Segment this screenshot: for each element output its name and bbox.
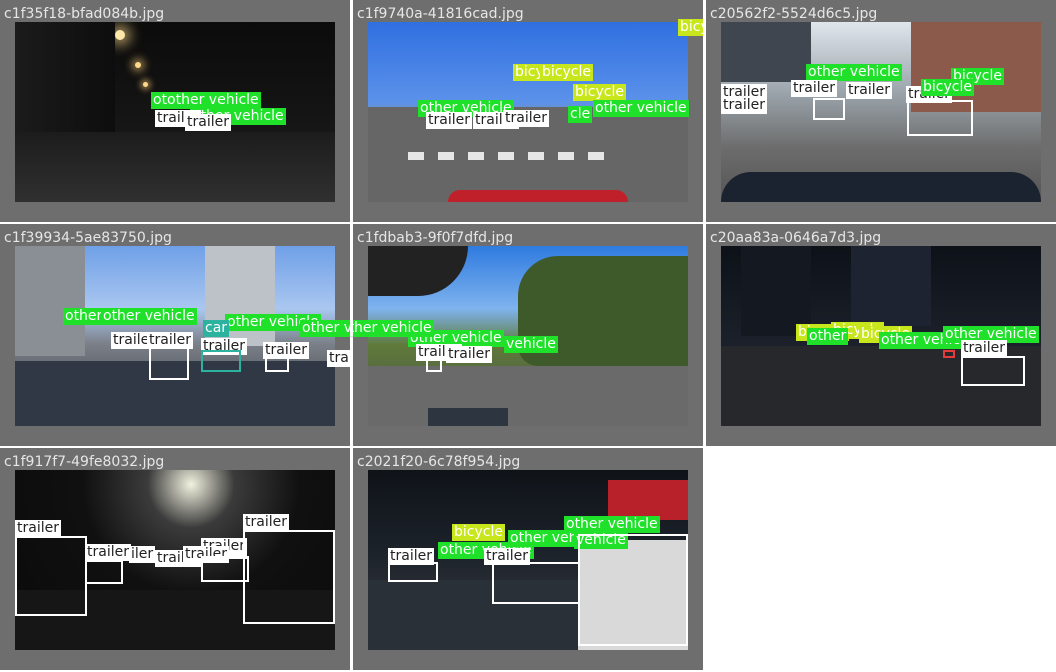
detection-label: trailer [503, 110, 549, 127]
detection-label: cle [568, 106, 593, 123]
detection-label: trailer [846, 82, 892, 99]
detection-box [243, 530, 335, 624]
grid-cell[interactable]: c1f917f7-49fe8032.jpg trailer trailer tr… [0, 448, 350, 670]
detection-label: trailer [721, 97, 767, 114]
detection-label: other vehicle [564, 516, 660, 533]
detection-label: bicycle [452, 524, 505, 541]
image-filename: c1fdbab3-9f0f7dfd.jpg [357, 230, 514, 246]
detection-label: other vehicle [300, 320, 350, 337]
detection-label: trailer [85, 544, 131, 561]
detection-label: trailer [15, 520, 61, 537]
detection-label: other vehicle [806, 64, 902, 81]
detection-box [943, 350, 955, 358]
detection-label: bicycle [540, 64, 593, 81]
grid-cell[interactable]: c20562f2-5524d6c5.jpg other vehicle bicy… [706, 0, 1056, 222]
grid-cell[interactable]: c1f9740a-41816cad.jpg bicycle bicycle bi… [353, 0, 703, 222]
image-filename: c2021f20-6c78f954.jpg [357, 454, 521, 470]
detection-box [265, 356, 289, 372]
image-filename: c1f9740a-41816cad.jpg [357, 6, 524, 22]
detection-label: trailer [791, 80, 837, 97]
detection-label: other vehicle [593, 100, 689, 117]
detection-box [907, 100, 973, 136]
photo-thumbnail: other other vehicle other vehicle other … [15, 246, 350, 426]
detection-label: trailer [327, 350, 350, 367]
grid-cell[interactable]: c2021f20-6c78f954.jpg bicycle other vehi… [353, 448, 703, 670]
detection-label: bicycle [573, 84, 626, 101]
detection-label: other [807, 328, 849, 345]
photo-thumbnail: other vehicle bicycle trailer trailer tr… [721, 22, 1041, 202]
detection-label: other vehicle [353, 320, 434, 337]
photo-thumbnail: other vehicle other vehicle trailer trai… [353, 246, 688, 426]
image-filename: c20562f2-5524d6c5.jpg [710, 6, 878, 22]
grid-cell[interactable]: c1fdbab3-9f0f7dfd.jpg other vehicle othe… [353, 224, 703, 446]
detection-box [578, 534, 688, 646]
photo-thumbnail: bicycle other vehicle other vehicle trai… [368, 470, 688, 650]
detection-label: car [203, 320, 230, 337]
detection-box [15, 536, 87, 616]
detection-label: trailer [961, 340, 1007, 357]
detection-label: otother vehicle [151, 92, 261, 109]
grid-cell[interactable]: c20aa83a-0646a7d3.jpg bicycle bicycle bi… [706, 224, 1056, 446]
detection-label: other vehicle [101, 308, 197, 325]
image-filename: c1f917f7-49fe8032.jpg [4, 454, 165, 470]
detection-box [85, 560, 123, 584]
photo-thumbnail: bicycle bicycle bicycle other vehicle ot… [721, 246, 1041, 426]
detection-label: trailer [426, 112, 472, 129]
detection-box [961, 356, 1025, 386]
detection-label: trailer [185, 114, 231, 131]
detection-label: trailer [446, 346, 492, 363]
grid-cell[interactable]: c1f39934-5ae83750.jpg other other vehicl… [0, 224, 350, 446]
image-filename: c1f35f18-bfad084b.jpg [4, 6, 165, 22]
detection-box [426, 358, 442, 372]
detection-box [813, 98, 845, 120]
detection-box [201, 350, 241, 372]
photo-thumbnail: bicycle bicycle bicycle bicycle other ve… [368, 19, 703, 202]
detection-label: bicycle [921, 79, 974, 96]
detection-label: vehicle [504, 336, 558, 353]
detection-box [492, 562, 580, 604]
image-filename: c20aa83a-0646a7d3.jpg [710, 230, 882, 246]
image-grid: c1f35f18-bfad084b.jpg otother vehicle ot… [0, 0, 1056, 672]
detection-label: trailer [243, 514, 289, 531]
detection-label: other [63, 308, 105, 325]
image-filename: c1f39934-5ae83750.jpg [4, 230, 172, 246]
detection-box [201, 556, 249, 582]
photo-thumbnail: trailer trailer trailer trailer trailer … [15, 470, 335, 650]
detection-box [388, 562, 438, 582]
grid-cell[interactable]: c1f35f18-bfad084b.jpg otother vehicle ot… [0, 0, 350, 222]
detection-label: bicycle [678, 19, 703, 36]
photo-thumbnail: otother vehicle other vehicle trailer tr… [15, 22, 335, 202]
detection-label: iler [129, 546, 156, 563]
detection-box [149, 346, 189, 380]
